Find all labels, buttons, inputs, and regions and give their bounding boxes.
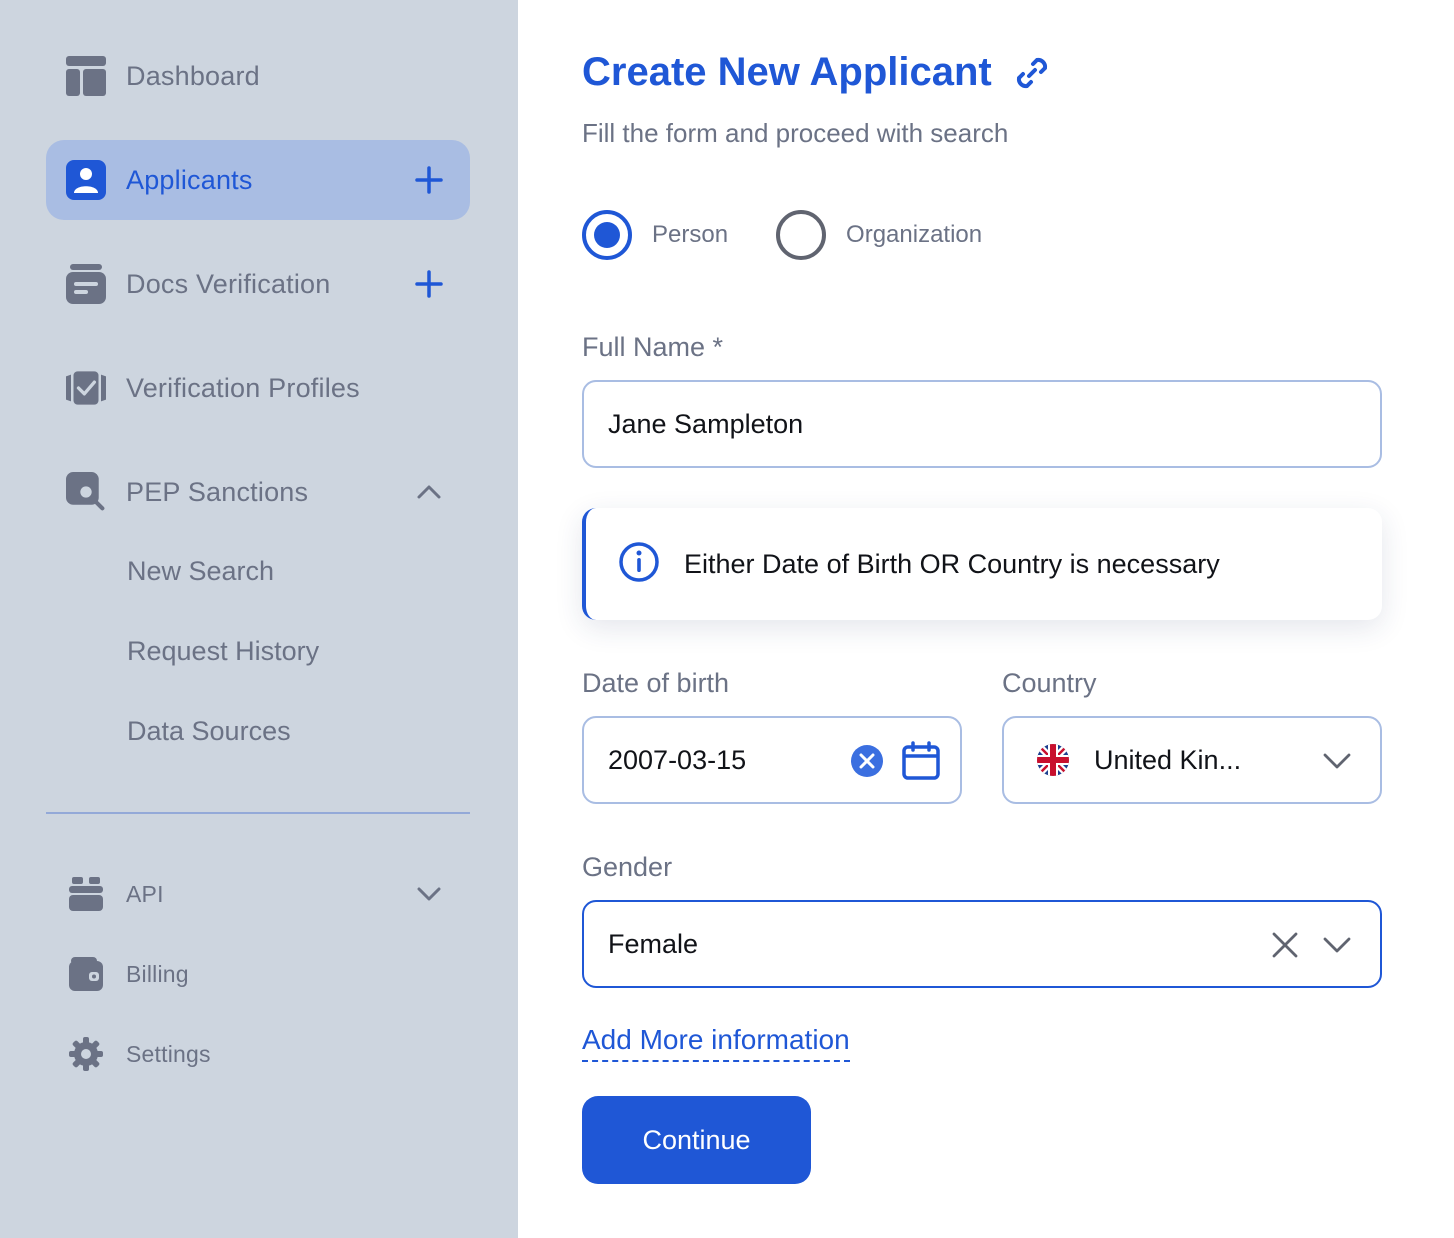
search-icon — [66, 472, 106, 512]
radio-label: Person — [652, 221, 729, 248]
page-subtitle: Fill the form and proceed with search — [582, 118, 1009, 148]
sidebar-item-label: Docs Verification — [126, 268, 331, 299]
plus-icon[interactable] — [412, 267, 446, 301]
sidebar-item-label: Applicants — [126, 164, 253, 195]
page-title: Create New Applicant — [582, 50, 1052, 95]
sidebar-item-billing[interactable]: Billing — [46, 934, 470, 1014]
info-alert: Either Date of Birth OR Country is neces… — [582, 508, 1382, 620]
clear-icon[interactable] — [1270, 930, 1300, 960]
info-message: Either Date of Birth OR Country is neces… — [684, 548, 1220, 579]
sidebar-item-pep-sanctions[interactable]: PEP Sanctions — [46, 452, 470, 532]
api-icon — [66, 874, 106, 914]
continue-button[interactable]: Continue — [582, 1096, 811, 1184]
sidebar-item-label: API — [126, 880, 164, 907]
clear-date-icon[interactable] — [850, 744, 884, 778]
link-icon[interactable] — [1012, 53, 1052, 93]
full-name-label: Full Name * — [582, 332, 724, 362]
dob-field[interactable]: 2007-03-15 — [582, 716, 962, 804]
dashboard-icon — [66, 56, 106, 96]
sidebar-item-docs-verification[interactable]: Docs Verification — [46, 244, 470, 324]
sidebar-divider — [46, 812, 470, 814]
check-card-icon — [66, 368, 106, 408]
radio-person[interactable]: Person — [582, 210, 728, 260]
dob-label: Date of birth — [582, 668, 730, 698]
wallet-icon — [66, 954, 106, 994]
plus-icon[interactable] — [412, 163, 446, 197]
gear-icon — [66, 1034, 106, 1074]
sidebar-subitem-data-sources[interactable]: Data Sources — [127, 716, 291, 747]
sidebar: Dashboard Applicants Docs Verification V… — [0, 0, 518, 1238]
info-icon — [618, 541, 660, 588]
sidebar-item-label: Settings — [126, 1040, 211, 1067]
sidebar-item-api[interactable]: API — [46, 854, 470, 934]
page-title-text: Create New Applicant — [582, 50, 992, 94]
uk-flag-icon — [1036, 743, 1070, 777]
sidebar-item-settings[interactable]: Settings — [46, 1014, 470, 1094]
add-more-info-link[interactable]: Add More information — [582, 1024, 850, 1062]
chevron-up-icon[interactable] — [412, 475, 446, 509]
country-value: United Kin... — [1094, 744, 1242, 775]
user-icon — [66, 160, 106, 200]
gender-value: Female — [608, 928, 699, 959]
chevron-down-icon[interactable] — [1320, 748, 1354, 774]
sidebar-item-label: Verification Profiles — [126, 372, 360, 403]
sidebar-item-verification-profiles[interactable]: Verification Profiles — [46, 348, 470, 428]
radio-organization[interactable]: Organization — [776, 210, 982, 260]
applicant-type-radio-group: Person Organization — [582, 210, 1030, 260]
chevron-down-icon[interactable] — [412, 877, 446, 911]
dob-value: 2007-03-15 — [608, 744, 747, 775]
radio-checked-icon[interactable] — [582, 210, 632, 260]
chevron-down-icon[interactable] — [1320, 932, 1354, 958]
full-name-field[interactable]: Jane Sampleton — [582, 380, 1382, 468]
sidebar-item-label: Billing — [126, 960, 189, 987]
sidebar-item-label: PEP Sanctions — [126, 476, 309, 507]
country-select[interactable]: United Kin... — [1002, 716, 1382, 804]
full-name-value: Jane Sampleton — [608, 408, 804, 439]
radio-label: Organization — [846, 221, 983, 248]
sidebar-subitem-new-search[interactable]: New Search — [127, 556, 274, 587]
calendar-icon[interactable] — [900, 740, 942, 782]
main-content: Create New Applicant Fill the form and p… — [518, 0, 1454, 1238]
country-label: Country — [1002, 668, 1097, 698]
sidebar-item-applicants[interactable]: Applicants — [46, 140, 470, 220]
docs-icon — [66, 264, 106, 304]
gender-select[interactable]: Female — [582, 900, 1382, 988]
sidebar-item-dashboard[interactable]: Dashboard — [46, 36, 470, 116]
sidebar-subitem-request-history[interactable]: Request History — [127, 636, 319, 667]
sidebar-item-label: Dashboard — [126, 60, 260, 91]
radio-unchecked-icon[interactable] — [776, 210, 827, 260]
gender-label: Gender — [582, 852, 673, 882]
